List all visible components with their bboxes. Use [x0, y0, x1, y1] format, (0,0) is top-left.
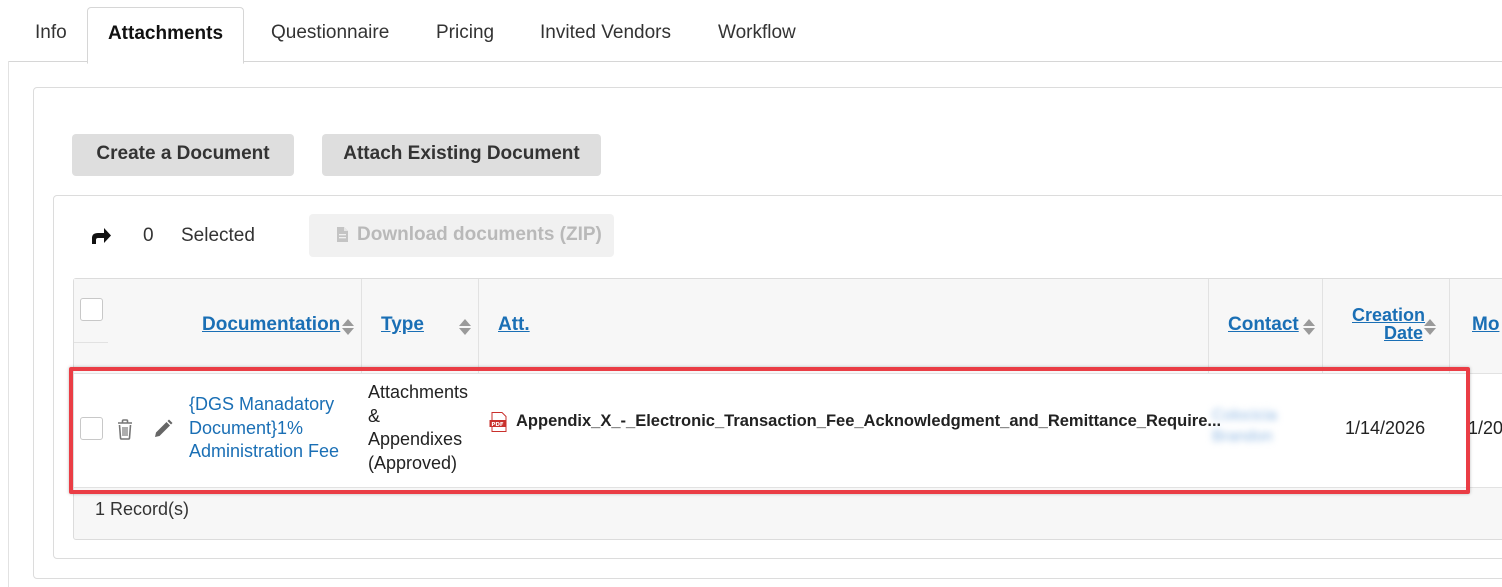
header-divider	[74, 342, 108, 343]
tab-pricing[interactable]: Pricing	[436, 7, 494, 61]
column-header-type[interactable]: Type	[381, 314, 424, 336]
tab-info[interactable]: Info	[35, 7, 67, 61]
tab-invited-vendors[interactable]: Invited Vendors	[540, 7, 671, 61]
tab-attachments[interactable]: Attachments	[87, 7, 244, 64]
pdf-icon: PDF	[489, 412, 507, 432]
document-type-line: (Approved)	[368, 452, 458, 473]
record-count: 1 Record(s)	[95, 499, 190, 519]
document-name-line[interactable]: {DGS Manadatory	[189, 393, 339, 417]
column-separator	[1322, 279, 1323, 373]
document-name-line[interactable]: Document}1%	[189, 417, 339, 441]
attachment-file-link[interactable]: Appendix_X_-_Electronic_Transaction_Fee_…	[516, 412, 1221, 431]
document-name-line[interactable]: Administration Fee	[189, 440, 339, 464]
selected-label: Selected	[181, 225, 255, 246]
column-header-att[interactable]: Att.	[498, 314, 530, 336]
row-checkbox[interactable]	[80, 417, 103, 440]
create-document-button[interactable]: Create a Document	[72, 134, 294, 176]
sort-icon[interactable]	[458, 318, 472, 336]
contact-name-line[interactable]: Brandon	[1212, 426, 1312, 447]
sort-icon[interactable]	[1302, 318, 1316, 336]
tab-workflow[interactable]: Workflow	[718, 7, 796, 61]
download-zip-button[interactable]: Download documents (ZIP)	[309, 214, 614, 257]
contact-name[interactable]: Colocicia Brandon	[1212, 405, 1312, 447]
column-header-contact[interactable]: Contact	[1228, 314, 1299, 336]
column-separator	[478, 279, 479, 373]
tab-bar: Info Attachments Questionnaire Pricing I…	[0, 0, 1502, 64]
download-zip-label: Download documents (ZIP)	[357, 224, 602, 245]
sort-icon[interactable]	[341, 318, 355, 336]
svg-text:PDF: PDF	[491, 422, 504, 428]
creation-date: 1/14/2026	[1345, 418, 1426, 438]
modified-date: 1/20	[1468, 418, 1502, 438]
share-arrow-icon[interactable]	[89, 225, 113, 247]
select-all-checkbox[interactable]	[80, 298, 103, 321]
trash-icon[interactable]	[116, 419, 134, 440]
attach-existing-document-button[interactable]: Attach Existing Document	[322, 134, 601, 176]
document-type-line: Attachments	[368, 382, 469, 402]
column-header-creation-date-line2[interactable]: Date	[1384, 323, 1423, 344]
content-left-border	[8, 61, 9, 587]
document-link[interactable]: {DGS Manadatory Document}1% Administrati…	[189, 393, 339, 464]
column-separator	[1449, 279, 1450, 373]
column-separator	[1208, 279, 1209, 373]
file-icon	[337, 227, 348, 242]
column-header-modified[interactable]: Mo	[1472, 314, 1499, 336]
document-type-line: Appendixes	[368, 429, 463, 449]
tab-questionnaire[interactable]: Questionnaire	[271, 7, 389, 61]
contact-name-line[interactable]: Colocicia	[1212, 405, 1312, 426]
pencil-icon[interactable]	[153, 419, 173, 439]
document-type: Attachments & Appendixes (Approved)	[368, 381, 468, 475]
selected-count: 0	[143, 225, 154, 246]
column-separator	[361, 279, 362, 373]
sort-icon[interactable]	[1423, 318, 1437, 336]
document-type-line: &	[368, 405, 381, 426]
column-header-documentation[interactable]: Documentation	[202, 314, 340, 336]
